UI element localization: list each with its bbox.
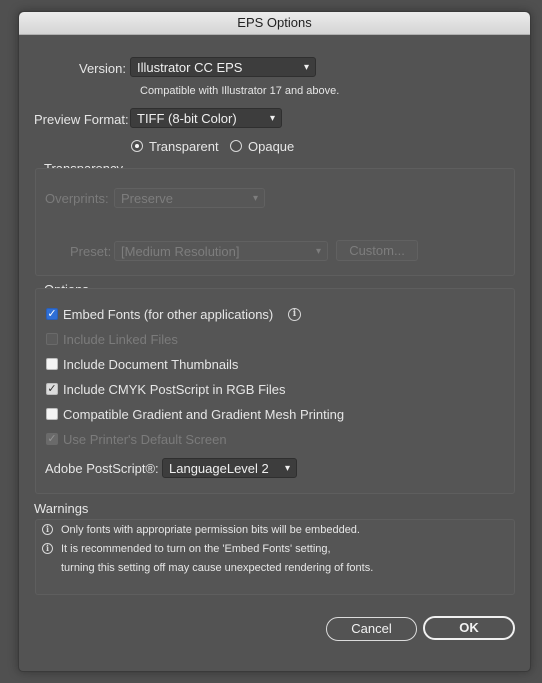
options-group: ✓ Embed Fonts (for other applications) i… [35,288,515,494]
overprints-label: Overprints: [45,191,109,206]
postscript-value: LanguageLevel 2 [169,461,269,476]
opaque-radio[interactable] [230,140,242,152]
version-dropdown[interactable]: Illustrator CC EPS ▾ [130,57,316,77]
transparent-radio-label[interactable]: Transparent [149,139,219,154]
printer-default-screen-checkbox[interactable]: ✓ [46,433,58,445]
version-label: Version: [79,61,126,76]
ok-button[interactable]: OK [423,616,515,640]
include-thumbnails-checkbox[interactable] [46,358,58,370]
cancel-button[interactable]: Cancel [326,617,417,641]
transparency-group: Overprints: Preserve ▾ Preset: [Medium R… [35,168,515,276]
include-thumbnails-label[interactable]: Include Document Thumbnails [63,357,238,372]
warnings-box: i Only fonts with appropriate permission… [35,519,515,595]
preset-label: Preset: [70,244,112,259]
embed-fonts-label[interactable]: Embed Fonts (for other applications) [63,307,273,322]
transparent-radio[interactable] [131,140,143,152]
custom-button[interactable]: Custom... [336,240,418,261]
warnings-title: Warnings [34,501,89,516]
printer-default-screen-label[interactable]: Use Printer's Default Screen [63,432,227,447]
version-compat-note: Compatible with Illustrator 17 and above… [140,85,340,97]
compatible-gradient-label[interactable]: Compatible Gradient and Gradient Mesh Pr… [63,407,344,422]
preview-format-dropdown[interactable]: TIFF (8-bit Color) ▾ [130,108,282,128]
include-linked-files-checkbox[interactable] [46,333,58,345]
preview-format-value: TIFF (8-bit Color) [137,111,237,126]
info-icon: i [42,524,53,535]
chevron-down-icon: ▾ [284,463,290,474]
include-cmyk-label[interactable]: Include CMYK PostScript in RGB Files [63,382,286,397]
version-value: Illustrator CC EPS [137,60,243,75]
info-icon[interactable]: i [288,308,301,321]
overprints-dropdown[interactable]: Preserve ▾ [114,188,265,208]
preset-dropdown[interactable]: [Medium Resolution] ▾ [114,241,328,261]
embed-fonts-checkbox[interactable]: ✓ [46,308,58,320]
chevron-down-icon: ▾ [252,193,258,204]
compatible-gradient-checkbox[interactable] [46,408,58,420]
chevron-down-icon: ▾ [269,113,275,124]
warning-line-1: Only fonts with appropriate permission b… [61,524,360,536]
include-linked-files-label[interactable]: Include Linked Files [63,332,178,347]
eps-options-dialog: EPS Options Version: Illustrator CC EPS … [18,11,531,672]
postscript-label: Adobe PostScript®: [45,461,159,476]
postscript-dropdown[interactable]: LanguageLevel 2 ▾ [162,458,297,478]
chevron-down-icon: ▾ [315,246,321,257]
opaque-radio-label[interactable]: Opaque [248,139,294,154]
warning-line-3: turning this setting off may cause unexp… [61,562,374,574]
info-icon: i [42,543,53,554]
window-title: EPS Options [19,12,530,35]
overprints-value: Preserve [121,191,174,206]
preset-value: [Medium Resolution] [121,244,240,259]
include-cmyk-checkbox[interactable]: ✓ [46,383,58,395]
warning-line-2: It is recommended to turn on the 'Embed … [61,543,331,555]
preview-format-label: Preview Format: [34,112,129,127]
chevron-down-icon: ▾ [303,62,309,73]
